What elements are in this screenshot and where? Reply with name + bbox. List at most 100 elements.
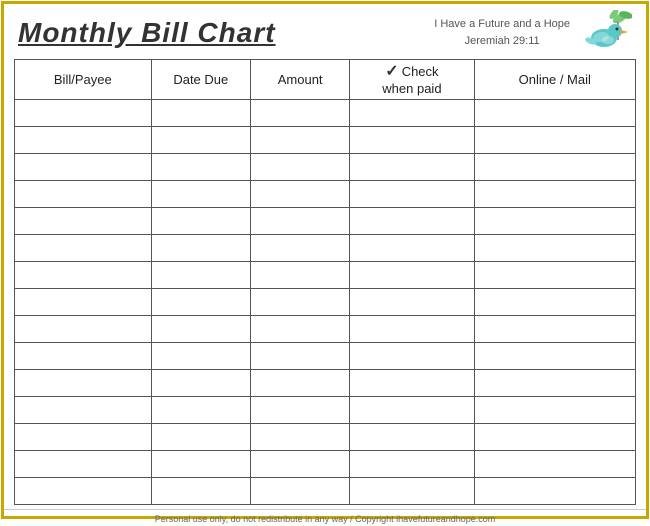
table-cell[interactable] — [350, 207, 474, 234]
tagline: I Have a Future and a Hope Jeremiah 29:1… — [434, 16, 570, 49]
table-cell[interactable] — [15, 450, 152, 477]
table-cell[interactable] — [151, 261, 250, 288]
table-cell[interactable] — [151, 477, 250, 504]
table-cell[interactable] — [151, 153, 250, 180]
table-wrapper: Bill/Payee Date Due Amount ✓ Check — [4, 59, 646, 505]
table-cell[interactable] — [350, 99, 474, 126]
table-cell[interactable] — [151, 369, 250, 396]
table-cell[interactable] — [250, 153, 349, 180]
table-row — [15, 342, 636, 369]
table-cell[interactable] — [151, 315, 250, 342]
table-row — [15, 369, 636, 396]
table-cell[interactable] — [474, 342, 635, 369]
table-cell[interactable] — [474, 99, 635, 126]
table-cell[interactable] — [474, 315, 635, 342]
table-cell[interactable] — [474, 477, 635, 504]
footer-text: Personal use only, do not redistribute i… — [4, 509, 646, 526]
header: Monthly Bill Chart I Have a Future and a… — [4, 4, 646, 59]
table-cell[interactable] — [15, 180, 152, 207]
table-cell[interactable] — [350, 423, 474, 450]
table-row — [15, 288, 636, 315]
table-cell[interactable] — [250, 369, 349, 396]
table-cell[interactable] — [474, 288, 635, 315]
table-cell[interactable] — [350, 342, 474, 369]
table-cell[interactable] — [151, 396, 250, 423]
table-cell[interactable] — [350, 153, 474, 180]
table-cell[interactable] — [15, 99, 152, 126]
table-cell[interactable] — [151, 180, 250, 207]
table-cell[interactable] — [474, 207, 635, 234]
table-cell[interactable] — [250, 207, 349, 234]
table-cell[interactable] — [151, 342, 250, 369]
table-cell[interactable] — [474, 126, 635, 153]
table-cell[interactable] — [151, 450, 250, 477]
bill-chart-table: Bill/Payee Date Due Amount ✓ Check — [14, 59, 636, 505]
table-row — [15, 477, 636, 504]
table-cell[interactable] — [350, 180, 474, 207]
table-cell[interactable] — [474, 450, 635, 477]
table-cell[interactable] — [250, 261, 349, 288]
bird-decoration — [582, 10, 632, 55]
table-cell[interactable] — [15, 207, 152, 234]
table-cell[interactable] — [151, 288, 250, 315]
table-cell[interactable] — [250, 477, 349, 504]
page-title: Monthly Bill Chart — [18, 17, 276, 49]
table-cell[interactable] — [250, 396, 349, 423]
table-cell[interactable] — [15, 126, 152, 153]
table-cell[interactable] — [250, 450, 349, 477]
table-cell[interactable] — [474, 180, 635, 207]
table-cell[interactable] — [15, 315, 152, 342]
table-cell[interactable] — [474, 261, 635, 288]
table-cell[interactable] — [15, 423, 152, 450]
table-cell[interactable] — [151, 126, 250, 153]
table-cell[interactable] — [350, 234, 474, 261]
table-cell[interactable] — [250, 180, 349, 207]
table-cell[interactable] — [250, 126, 349, 153]
table-cell[interactable] — [474, 153, 635, 180]
table-cell[interactable] — [350, 450, 474, 477]
table-cell[interactable] — [350, 126, 474, 153]
table-cell[interactable] — [350, 369, 474, 396]
table-cell[interactable] — [350, 315, 474, 342]
table-cell[interactable] — [250, 315, 349, 342]
table-cell[interactable] — [474, 234, 635, 261]
table-cell[interactable] — [15, 153, 152, 180]
table-cell[interactable] — [350, 288, 474, 315]
col-header-date-due: Date Due — [151, 60, 250, 100]
table-row — [15, 99, 636, 126]
table-cell[interactable] — [350, 477, 474, 504]
col-header-online-mail: Online / Mail — [474, 60, 635, 100]
table-cell[interactable] — [151, 207, 250, 234]
table-cell[interactable] — [350, 261, 474, 288]
col-header-amount: Amount — [250, 60, 349, 100]
table-row — [15, 234, 636, 261]
table-cell[interactable] — [250, 288, 349, 315]
table-cell[interactable] — [474, 423, 635, 450]
table-row — [15, 396, 636, 423]
table-cell[interactable] — [15, 288, 152, 315]
table-cell[interactable] — [350, 396, 474, 423]
table-cell[interactable] — [250, 342, 349, 369]
col-header-check-paid: ✓ Check when paid — [350, 60, 474, 100]
table-row — [15, 126, 636, 153]
table-cell[interactable] — [151, 99, 250, 126]
table-row — [15, 153, 636, 180]
table-cell[interactable] — [15, 342, 152, 369]
table-cell[interactable] — [474, 396, 635, 423]
table-cell[interactable] — [250, 234, 349, 261]
table-cell[interactable] — [151, 423, 250, 450]
table-cell[interactable] — [15, 396, 152, 423]
table-cell[interactable] — [151, 234, 250, 261]
table-row — [15, 180, 636, 207]
table-cell[interactable] — [15, 234, 152, 261]
table-cell[interactable] — [250, 423, 349, 450]
table-cell[interactable] — [15, 477, 152, 504]
table-row — [15, 315, 636, 342]
table-cell[interactable] — [474, 369, 635, 396]
checkmark-symbol: ✓ — [385, 62, 398, 81]
table-row — [15, 450, 636, 477]
table-cell[interactable] — [15, 369, 152, 396]
table-cell[interactable] — [15, 261, 152, 288]
table-cell[interactable] — [250, 99, 349, 126]
col-header-bill-payee: Bill/Payee — [15, 60, 152, 100]
